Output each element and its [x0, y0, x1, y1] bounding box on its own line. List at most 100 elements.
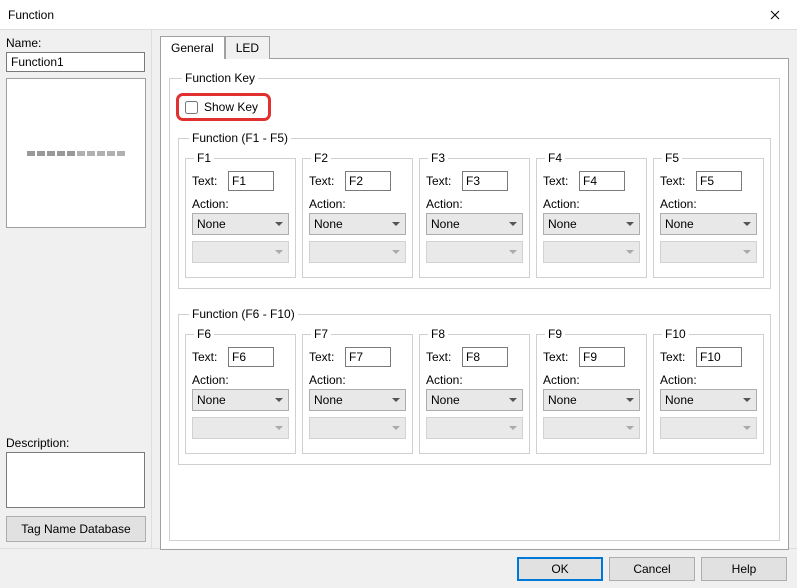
show-key-label: Show Key	[204, 100, 258, 114]
help-button[interactable]: Help	[701, 557, 787, 581]
right-panel: General LED Function Key Show Key Functi…	[152, 30, 797, 548]
action-combo[interactable]: None	[660, 389, 757, 411]
fkey-f2: F2Text:Action:None	[302, 151, 413, 278]
action-sub-combo-wrap	[660, 417, 757, 439]
window-title: Function	[8, 8, 54, 22]
action-sub-combo-wrap	[426, 417, 523, 439]
fkey-text-input[interactable]	[462, 347, 508, 367]
tabs: General LED	[160, 36, 789, 59]
fkey-legend: F8	[428, 327, 448, 341]
action-combo-wrap: None	[192, 213, 289, 235]
fkey-f9: F9 Text: Action: None	[536, 327, 647, 454]
fkey-text-input[interactable]	[696, 171, 742, 191]
fkey-legend: F9	[545, 327, 565, 341]
fkey-text-input[interactable]	[579, 347, 625, 367]
description-input[interactable]	[6, 452, 145, 508]
show-key-checkbox[interactable]	[185, 101, 198, 114]
action-sub-combo-wrap	[309, 241, 406, 263]
action-combo[interactable]: None	[543, 213, 640, 235]
title-bar: Function	[0, 0, 797, 30]
fkey-legend: F3	[428, 151, 448, 165]
action-sub-combo	[543, 417, 640, 439]
action-sub-combo	[543, 241, 640, 263]
description-label: Description:	[6, 436, 145, 450]
text-label: Text:	[543, 350, 575, 364]
action-sub-combo	[660, 241, 757, 263]
fkey-text-input[interactable]	[579, 171, 625, 191]
fkey-legend: F4	[545, 151, 565, 165]
action-combo-wrap: None	[543, 213, 640, 235]
fkey-legend: F10	[662, 327, 689, 341]
ok-button[interactable]: OK	[517, 557, 603, 581]
fkey-text-input[interactable]	[228, 171, 274, 191]
close-icon	[770, 10, 780, 20]
action-sub-combo-wrap	[192, 417, 289, 439]
action-label: Action:	[660, 373, 757, 387]
action-combo[interactable]: None	[309, 213, 406, 235]
tag-name-database-button[interactable]: Tag Name Database	[6, 516, 146, 542]
name-label: Name:	[6, 36, 145, 50]
text-label: Text:	[192, 174, 224, 188]
action-label: Action:	[660, 197, 757, 211]
action-sub-combo	[660, 417, 757, 439]
action-label: Action:	[309, 197, 406, 211]
action-sub-combo	[309, 417, 406, 439]
tab-led[interactable]: LED	[225, 36, 270, 59]
action-combo[interactable]: None	[192, 389, 289, 411]
action-sub-combo-wrap	[543, 417, 640, 439]
text-label: Text:	[426, 350, 458, 364]
preview-box	[6, 78, 146, 228]
text-label: Text:	[192, 350, 224, 364]
action-sub-combo-wrap	[192, 241, 289, 263]
fkey-text-input[interactable]	[345, 171, 391, 191]
button-bar: OK Cancel Help	[0, 548, 797, 588]
function-f1-f5-legend: Function (F1 - F5)	[189, 131, 291, 145]
fkey-text-input[interactable]	[345, 347, 391, 367]
action-label: Action:	[426, 197, 523, 211]
text-label: Text:	[660, 350, 692, 364]
tab-content-general: Function Key Show Key Function (F1 - F5)…	[160, 58, 789, 550]
cancel-button[interactable]: Cancel	[609, 557, 695, 581]
action-combo[interactable]: None	[192, 213, 289, 235]
action-combo-wrap: None	[426, 389, 523, 411]
text-label: Text:	[660, 174, 692, 188]
action-combo-wrap: None	[660, 213, 757, 235]
action-sub-combo-wrap	[660, 241, 757, 263]
text-label: Text:	[426, 174, 458, 188]
text-label: Text:	[309, 350, 341, 364]
close-button[interactable]	[752, 0, 797, 29]
action-combo[interactable]: None	[426, 389, 523, 411]
function-key-group: Function Key Show Key Function (F1 - F5)…	[169, 71, 780, 541]
fkey-text-input[interactable]	[228, 347, 274, 367]
show-key-highlight: Show Key	[176, 93, 271, 121]
tab-general[interactable]: General	[160, 36, 225, 59]
action-sub-combo-wrap	[426, 241, 523, 263]
action-label: Action:	[192, 373, 289, 387]
fkey-text-input[interactable]	[696, 347, 742, 367]
action-label: Action:	[192, 197, 289, 211]
action-sub-combo-wrap	[309, 417, 406, 439]
action-combo[interactable]: None	[543, 389, 640, 411]
action-combo-wrap: None	[426, 213, 523, 235]
action-sub-combo	[192, 417, 289, 439]
action-combo[interactable]: None	[426, 213, 523, 235]
action-combo-wrap: None	[660, 389, 757, 411]
action-sub-combo	[426, 241, 523, 263]
action-sub-combo-wrap	[543, 241, 640, 263]
action-combo-wrap: None	[309, 213, 406, 235]
action-label: Action:	[543, 197, 640, 211]
function-f6-f10-group: Function (F6 - F10) F6Text:Action:NoneF7…	[178, 307, 771, 465]
fkey-text-input[interactable]	[462, 171, 508, 191]
fkey-legend: F1	[194, 151, 214, 165]
fkey-f6: F6Text:Action:None	[185, 327, 296, 454]
action-label: Action:	[543, 373, 640, 387]
action-combo[interactable]: None	[309, 389, 406, 411]
action-sub-combo	[309, 241, 406, 263]
function-key-legend: Function Key	[182, 71, 258, 85]
action-combo[interactable]: None	[660, 213, 757, 235]
name-input[interactable]	[6, 52, 145, 72]
fkey-legend: F5	[662, 151, 682, 165]
fkey-f1: F1 Text: Action: None	[185, 151, 296, 278]
fkey-f3: F3 Text: Action: None	[419, 151, 530, 278]
action-sub-combo	[192, 241, 289, 263]
